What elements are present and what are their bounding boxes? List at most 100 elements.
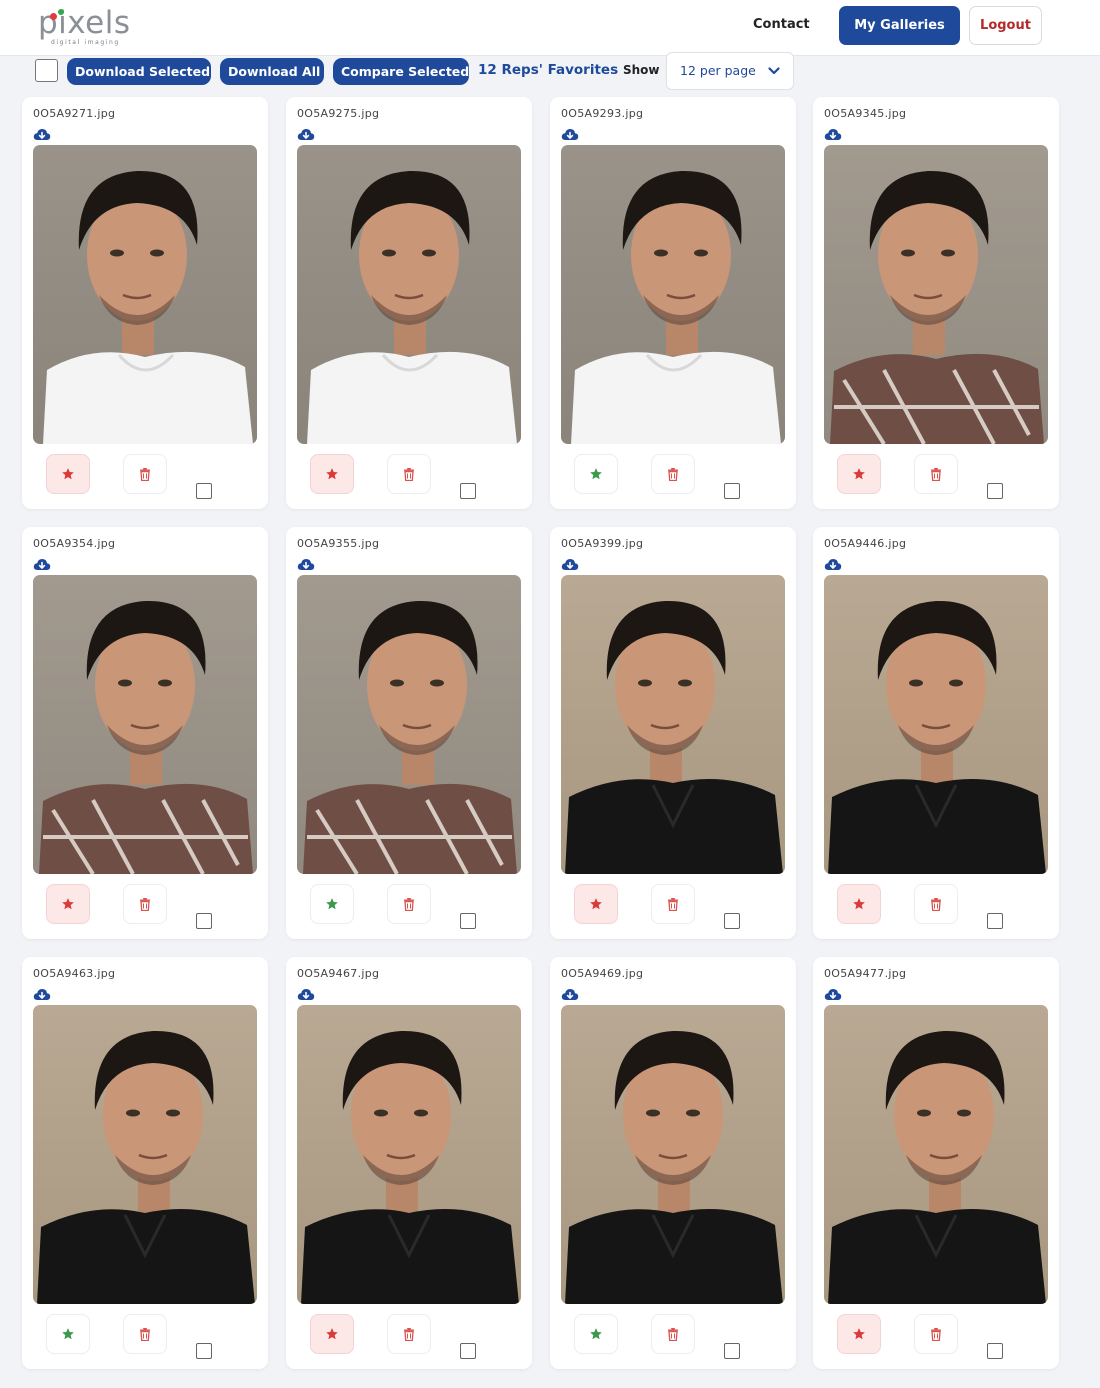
favorite-button[interactable] [310, 1314, 354, 1354]
select-photo-checkbox[interactable] [987, 483, 1003, 499]
photo-thumbnail[interactable] [33, 145, 257, 444]
download-cloud-icon[interactable] [297, 127, 315, 141]
photo-thumbnail[interactable] [33, 575, 257, 874]
photo-thumbnail[interactable] [297, 575, 521, 874]
delete-button[interactable] [651, 1314, 695, 1354]
photo-thumbnail[interactable] [561, 575, 785, 874]
delete-button[interactable] [914, 1314, 958, 1354]
photo-thumbnail[interactable] [33, 1005, 257, 1304]
delete-button[interactable] [914, 454, 958, 494]
photo-filename: 0O5A9446.jpg [824, 537, 907, 550]
select-photo-checkbox[interactable] [196, 1343, 212, 1359]
download-cloud-icon[interactable] [561, 557, 579, 571]
trash-icon [403, 1327, 415, 1341]
gallery-toolbar: Download Selected Download All Compare S… [0, 52, 1100, 92]
favorite-button[interactable] [837, 454, 881, 494]
favorite-button[interactable] [310, 884, 354, 924]
logo-wordmark: pixels [38, 5, 131, 41]
star-icon [325, 897, 339, 911]
download-cloud-icon[interactable] [33, 557, 51, 571]
favorite-button[interactable] [837, 1314, 881, 1354]
delete-button[interactable] [387, 884, 431, 924]
download-cloud-icon[interactable] [561, 127, 579, 141]
photo-thumbnail[interactable] [824, 1005, 1048, 1304]
favorite-button[interactable] [574, 884, 618, 924]
star-icon [589, 467, 603, 481]
per-page-select[interactable]: 12 per page [666, 52, 794, 90]
select-photo-checkbox[interactable] [724, 483, 740, 499]
trash-icon [403, 897, 415, 911]
star-icon [325, 1327, 339, 1341]
delete-button[interactable] [123, 454, 167, 494]
select-photo-checkbox[interactable] [460, 913, 476, 929]
delete-button[interactable] [387, 454, 431, 494]
logo-dot-red [50, 13, 57, 20]
delete-button[interactable] [914, 884, 958, 924]
download-cloud-icon[interactable] [33, 127, 51, 141]
star-icon [61, 897, 75, 911]
select-photo-checkbox[interactable] [724, 913, 740, 929]
star-icon [852, 897, 866, 911]
delete-button[interactable] [123, 1314, 167, 1354]
star-icon [61, 467, 75, 481]
photo-card: 0O5A9463.jpg [22, 957, 268, 1369]
photo-thumbnail[interactable] [297, 145, 521, 444]
top-header: pixels digital imaging Contact My Galler… [0, 0, 1100, 56]
star-icon [61, 1327, 75, 1341]
delete-button[interactable] [651, 884, 695, 924]
photo-thumbnail[interactable] [824, 575, 1048, 874]
favorite-button[interactable] [574, 1314, 618, 1354]
photo-filename: 0O5A9271.jpg [33, 107, 116, 120]
trash-icon [930, 897, 942, 911]
select-photo-checkbox[interactable] [196, 483, 212, 499]
photo-filename: 0O5A9355.jpg [297, 537, 380, 550]
download-all-button[interactable]: Download All [220, 58, 324, 85]
favorite-button[interactable] [46, 884, 90, 924]
favorite-button[interactable] [46, 454, 90, 494]
select-all-checkbox[interactable] [35, 59, 58, 82]
select-photo-checkbox[interactable] [460, 483, 476, 499]
favorite-button[interactable] [310, 454, 354, 494]
select-photo-checkbox[interactable] [196, 913, 212, 929]
reps-favorites-link[interactable]: 12 Reps' Favorites [478, 62, 618, 78]
photo-filename: 0O5A9275.jpg [297, 107, 380, 120]
delete-button[interactable] [123, 884, 167, 924]
photo-card: 0O5A9399.jpg [550, 527, 796, 939]
delete-button[interactable] [651, 454, 695, 494]
delete-button[interactable] [387, 1314, 431, 1354]
pixels-logo[interactable]: pixels digital imaging [38, 6, 138, 48]
star-icon [589, 897, 603, 911]
photo-thumbnail[interactable] [297, 1005, 521, 1304]
nav-contact-link[interactable]: Contact [753, 17, 810, 32]
select-photo-checkbox[interactable] [460, 1343, 476, 1359]
photo-card: 0O5A9469.jpg [550, 957, 796, 1369]
select-photo-checkbox[interactable] [724, 1343, 740, 1359]
download-cloud-icon[interactable] [297, 987, 315, 1001]
select-photo-checkbox[interactable] [987, 913, 1003, 929]
download-cloud-icon[interactable] [561, 987, 579, 1001]
my-galleries-button[interactable]: My Galleries [839, 6, 960, 45]
trash-icon [930, 1327, 942, 1341]
favorite-button[interactable] [574, 454, 618, 494]
photo-card: 0O5A9275.jpg [286, 97, 532, 509]
photo-thumbnail[interactable] [824, 145, 1048, 444]
download-selected-button[interactable]: Download Selected [67, 58, 211, 85]
trash-icon [667, 467, 679, 481]
download-cloud-icon[interactable] [33, 987, 51, 1001]
select-photo-checkbox[interactable] [987, 1343, 1003, 1359]
logout-button[interactable]: Logout [969, 6, 1042, 45]
download-cloud-icon[interactable] [824, 987, 842, 1001]
download-cloud-icon[interactable] [297, 557, 315, 571]
download-cloud-icon[interactable] [824, 557, 842, 571]
favorite-button[interactable] [837, 884, 881, 924]
compare-selected-button[interactable]: Compare Selected [333, 58, 469, 85]
star-icon [852, 1327, 866, 1341]
trash-icon [930, 467, 942, 481]
photo-card: 0O5A9355.jpg [286, 527, 532, 939]
photo-thumbnail[interactable] [561, 145, 785, 444]
favorite-button[interactable] [46, 1314, 90, 1354]
photo-thumbnail[interactable] [561, 1005, 785, 1304]
download-cloud-icon[interactable] [824, 127, 842, 141]
star-icon [325, 467, 339, 481]
photo-filename: 0O5A9467.jpg [297, 967, 380, 980]
